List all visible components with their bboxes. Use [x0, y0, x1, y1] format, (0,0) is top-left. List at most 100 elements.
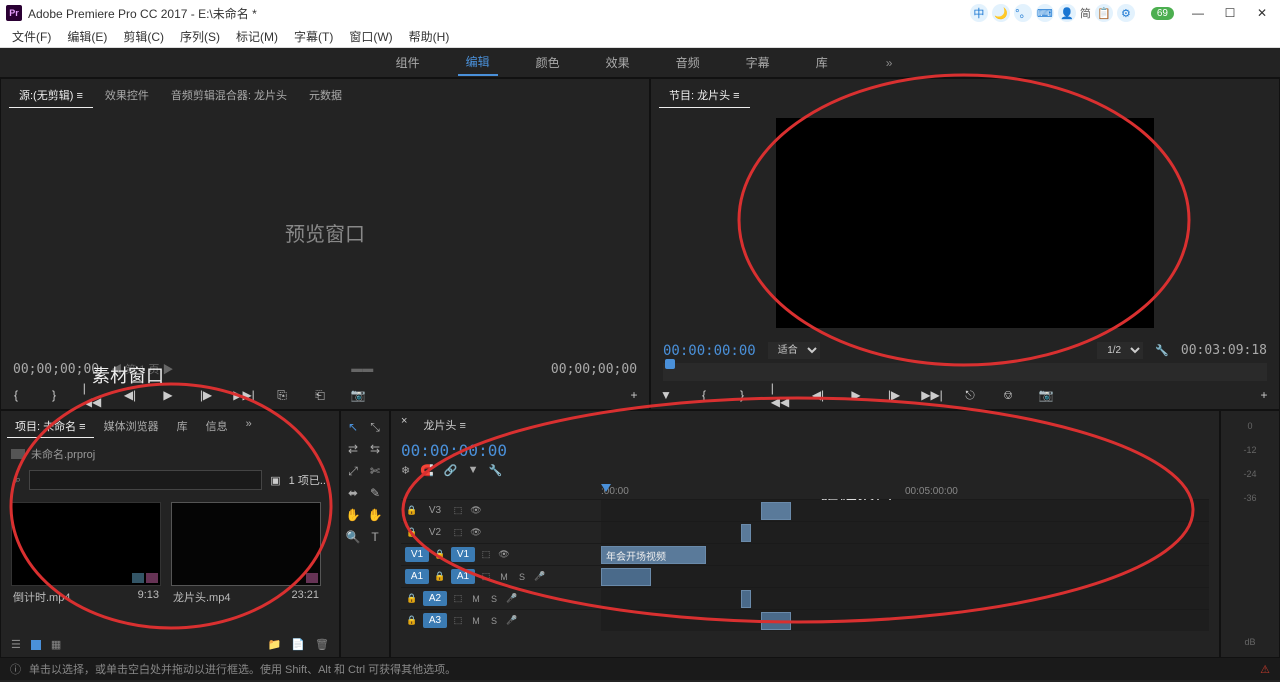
project-bins[interactable]: 倒计时.mp49:13 龙片头.mp423:21	[1, 494, 339, 632]
source-tc-in[interactable]: 00;00;00;00	[13, 362, 99, 377]
track-v2[interactable]: 🔒V2⬚👁	[401, 521, 1209, 543]
timeline-ruler[interactable]: :00:00 00:05:00:00	[601, 486, 1209, 497]
timeline-close[interactable]: ×	[401, 415, 407, 435]
wrench-icon[interactable]: 🔧	[1155, 344, 1169, 357]
marker-add-icon[interactable]: ▼	[468, 464, 479, 477]
workspace-assembly[interactable]: 组件	[388, 50, 428, 75]
menu-sequence[interactable]: 序列(S)	[172, 26, 228, 47]
icon-view-icon[interactable]	[31, 640, 41, 650]
rolling-tool-icon[interactable]: ⇆	[365, 439, 385, 459]
slip-tool-icon[interactable]: ⬌	[343, 483, 363, 503]
goto-out-icon[interactable]: ▶▶|	[923, 387, 941, 403]
goto-in-icon[interactable]: |◀◀	[771, 387, 789, 403]
program-fit-select[interactable]: 适合	[768, 342, 820, 359]
export-frame-icon[interactable]: 📷	[349, 387, 367, 403]
tab-metadata[interactable]: 元数据	[299, 83, 352, 108]
track-select-icon[interactable]: ⤡	[365, 417, 385, 437]
ime-indicator[interactable]: 中🌙°。⌨👤 简📋⚙	[970, 4, 1135, 22]
program-scrubber[interactable]	[663, 363, 1267, 381]
tab-info[interactable]: 信息	[198, 415, 236, 438]
goto-out-icon[interactable]: ▶▶|	[235, 387, 253, 403]
tab-source[interactable]: 源:(无剪辑) ≡	[9, 83, 93, 108]
ripple-tool-icon[interactable]: ⇄	[343, 439, 363, 459]
export-frame-icon[interactable]: 📷	[1037, 387, 1055, 403]
mark-in-icon[interactable]: {	[7, 387, 25, 403]
workspace-color[interactable]: 颜色	[528, 50, 568, 75]
razor-tool-icon[interactable]: ✄	[365, 461, 385, 481]
workspace-effects[interactable]: 效果	[598, 50, 638, 75]
type-tool-icon[interactable]: T	[365, 527, 385, 547]
menu-clip[interactable]: 剪辑(C)	[115, 26, 172, 47]
workspace-audio[interactable]: 音频	[668, 50, 708, 75]
track-a3[interactable]: 🔒A3⬚MS🎤	[401, 609, 1209, 631]
pen-tool-icon[interactable]: ✎	[365, 483, 385, 503]
close-button[interactable]: ✕	[1250, 4, 1274, 22]
lift-icon[interactable]: ⎋	[961, 387, 979, 403]
extract-icon[interactable]: ⎊	[999, 387, 1017, 403]
step-back-icon[interactable]: ◀|	[809, 387, 827, 403]
tab-effect-controls[interactable]: 效果控件	[95, 83, 159, 108]
zoom-tool-icon[interactable]: 🔍	[343, 527, 363, 547]
menu-subtitle[interactable]: 字幕(T)	[286, 26, 341, 47]
minimize-button[interactable]: —	[1186, 4, 1210, 22]
mark-out-icon[interactable]: }	[45, 387, 63, 403]
overwrite-icon[interactable]: ⎗	[311, 387, 329, 403]
tab-more[interactable]: »	[238, 415, 260, 438]
play-icon[interactable]: ▶	[159, 387, 177, 403]
hand-tool-icon[interactable]: ✋	[365, 505, 385, 525]
hand-tool-icon[interactable]: ✋	[343, 505, 363, 525]
warning-icon[interactable]: ⚠	[1260, 663, 1270, 676]
mark-out-icon[interactable]: }	[733, 387, 751, 403]
track-a1[interactable]: A1🔒A1⬚MS🎤	[401, 565, 1209, 587]
insert-icon[interactable]: ⎘	[273, 387, 291, 403]
workspace-subtitles[interactable]: 字幕	[738, 50, 778, 75]
step-forward-icon[interactable]: |▶	[197, 387, 215, 403]
play-icon[interactable]: ▶	[847, 387, 865, 403]
magnet-icon[interactable]: 🧲	[420, 464, 434, 477]
program-tc-current[interactable]: 00:00:00:00	[663, 343, 756, 359]
delete-icon[interactable]: 🗑	[315, 638, 329, 651]
menu-window[interactable]: 窗口(W)	[341, 26, 400, 47]
snap-icon[interactable]: ❄	[401, 464, 410, 477]
track-a2[interactable]: 🔒A2⬚MS🎤	[401, 587, 1209, 609]
list-view-icon[interactable]: ☰	[11, 638, 21, 651]
track-v1[interactable]: V1🔒V1⬚👁 年会开场视频	[401, 543, 1209, 565]
add-button-icon[interactable]: +	[1255, 387, 1273, 403]
tab-program[interactable]: 节目: 龙片头 ≡	[659, 83, 750, 108]
playhead-icon[interactable]	[601, 484, 611, 492]
filter-icon[interactable]: ▣	[270, 474, 280, 487]
link-icon[interactable]: 🔗	[444, 464, 458, 477]
program-viewport[interactable]	[776, 118, 1154, 328]
menu-marker[interactable]: 标记(M)	[228, 26, 286, 47]
notification-badge[interactable]: 69	[1151, 7, 1174, 20]
rate-tool-icon[interactable]: ⤢	[343, 461, 363, 481]
maximize-button[interactable]: ☐	[1218, 4, 1242, 22]
timeline-tab[interactable]: 龙片头 ≡	[415, 415, 473, 435]
new-bin-icon[interactable]: 📁	[268, 638, 282, 651]
settings-icon[interactable]: 🔧	[489, 464, 503, 477]
freeform-view-icon[interactable]: ▦	[51, 638, 61, 651]
tab-audio-mixer[interactable]: 音频剪辑混合器: 龙片头	[161, 83, 297, 108]
track-v3[interactable]: 🔒V3⬚👁	[401, 499, 1209, 521]
clip-item[interactable]: 龙片头.mp423:21	[171, 502, 321, 624]
menu-help[interactable]: 帮助(H)	[401, 26, 458, 47]
search-input[interactable]	[29, 470, 262, 490]
program-zoom-select[interactable]: 1/2	[1097, 342, 1143, 359]
workspace-library[interactable]: 库	[808, 50, 836, 75]
workspace-more[interactable]: »	[886, 56, 893, 70]
add-button-icon[interactable]: +	[625, 387, 643, 403]
tab-library[interactable]: 库	[169, 415, 196, 438]
selection-tool-icon[interactable]: ↖	[343, 417, 363, 437]
marker-icon[interactable]: ▼	[657, 387, 675, 403]
workspace-editing[interactable]: 编辑	[458, 49, 498, 76]
tab-media-browser[interactable]: 媒体浏览器	[96, 415, 167, 438]
new-item-icon[interactable]: 📄	[291, 638, 305, 651]
step-forward-icon[interactable]: |▶	[885, 387, 903, 403]
tab-project[interactable]: 项目: 未命名 ≡	[7, 415, 94, 438]
timeline-timecode[interactable]: 00:00:00:00	[401, 441, 507, 460]
clip-item[interactable]: 倒计时.mp49:13	[11, 502, 161, 624]
menu-file[interactable]: 文件(F)	[4, 26, 59, 47]
menu-edit[interactable]: 编辑(E)	[59, 26, 115, 47]
step-back-icon[interactable]: ◀|	[121, 387, 139, 403]
mark-in-icon[interactable]: {	[695, 387, 713, 403]
